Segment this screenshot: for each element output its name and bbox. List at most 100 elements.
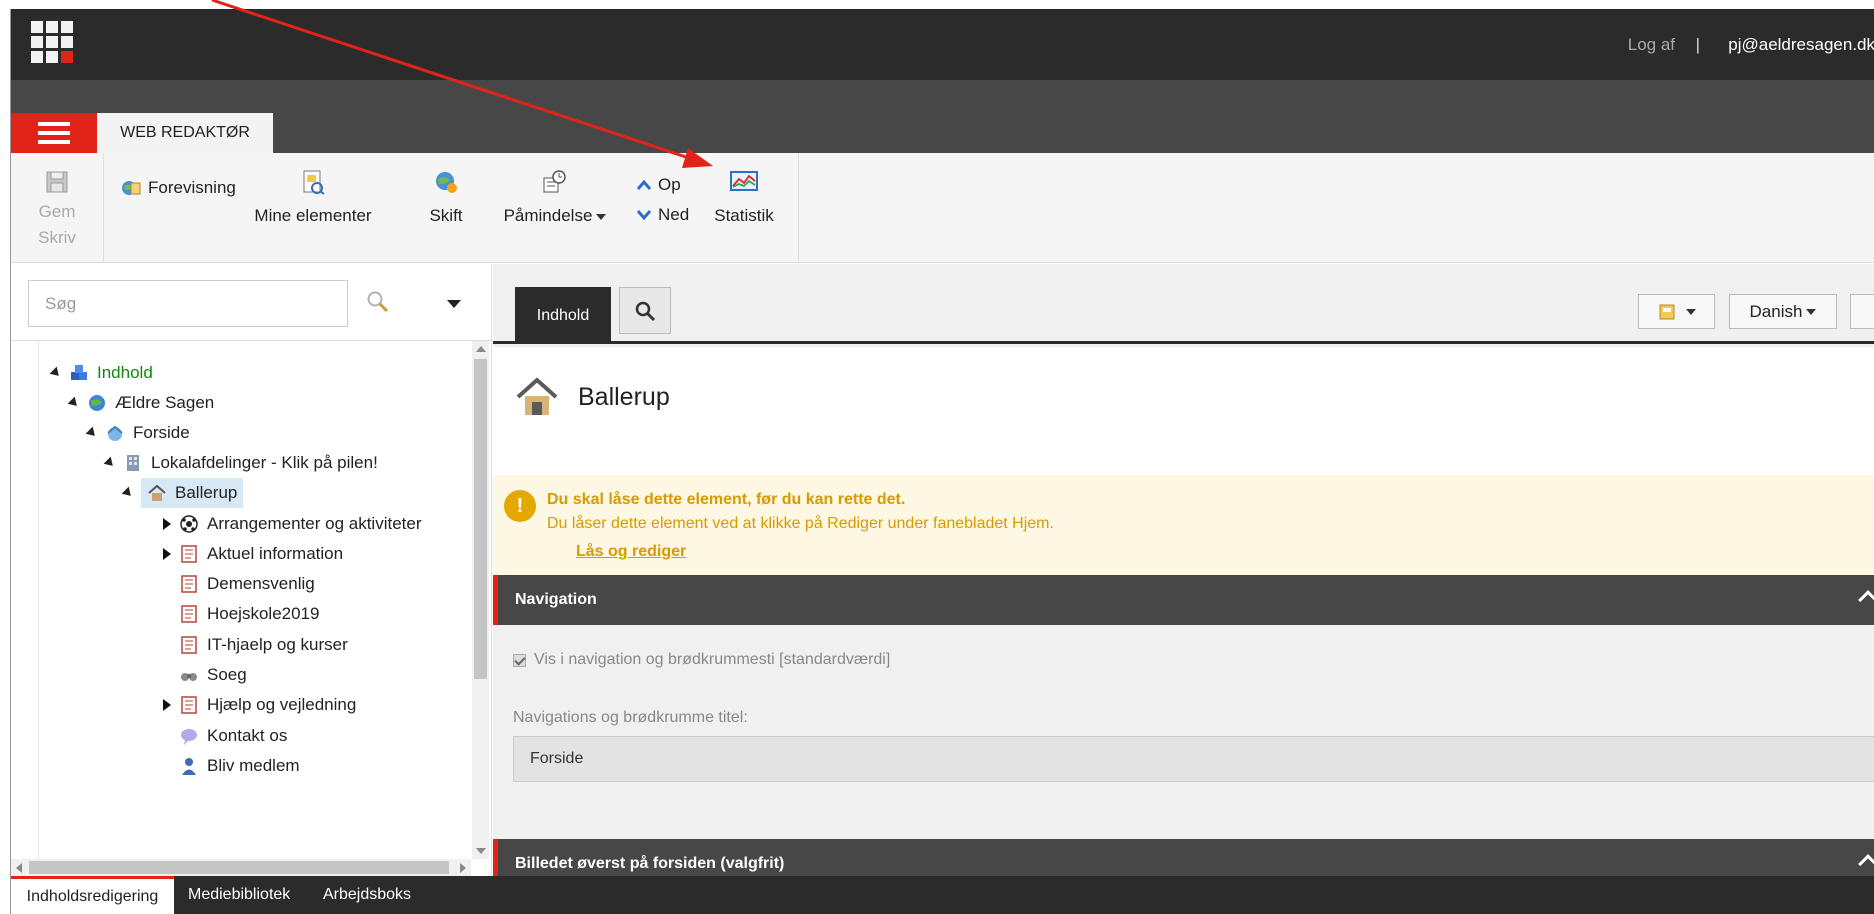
warning-title: Du skal låse dette element, før du kan r… (547, 491, 906, 508)
show-in-navigation-label: Vis i navigation og brødkrummesti [stand… (534, 651, 891, 668)
move-down-button[interactable]: Ned (636, 205, 689, 225)
tree-node-kontakt-os[interactable]: Kontakt os (163, 721, 287, 751)
my-items-label: Mine elementer (254, 206, 372, 225)
chevron-up-icon[interactable] (1858, 854, 1874, 874)
tree-node-arrangementer[interactable]: Arrangementer og aktiviteter (163, 509, 422, 539)
warning-icon: ! (504, 490, 536, 522)
up-label: Op (658, 175, 681, 194)
tree-node-aeldre-sagen[interactable]: Ældre Sagen (67, 388, 214, 418)
content-tree-panel: Søg Indhold Ældre Sagen Forside Lokalafd… (11, 264, 492, 876)
chevron-up-icon[interactable] (1858, 590, 1874, 610)
scroll-down-arrow-icon[interactable] (476, 848, 486, 854)
ribbon-group-main: Forevisning Mine elementer Skift Påminde… (104, 153, 799, 263)
tree-node-hjaelp-og-vejledning[interactable]: Hjælp og vejledning (163, 690, 356, 720)
version-caret-icon (1685, 308, 1696, 315)
chevron-down-icon (636, 210, 652, 221)
tab-search[interactable] (619, 287, 671, 334)
editor-tab-bar: Indhold Danish (493, 264, 1874, 344)
scroll-right-arrow-icon[interactable] (460, 863, 466, 873)
preview-button[interactable]: Forevisning (120, 177, 236, 199)
speech-bubble-icon (181, 729, 197, 745)
tab-workbox[interactable]: Arbejdsboks (323, 876, 411, 914)
tree-search-input[interactable]: Søg (28, 280, 348, 327)
expand-arrow-icon[interactable] (67, 396, 81, 410)
tab-media-library[interactable]: Mediebibliotek (188, 876, 290, 914)
tab-content-editing[interactable]: Indholdsredigering (11, 876, 174, 914)
tree-node-ballerup[interactable]: Ballerup (121, 478, 244, 508)
expand-arrow-icon[interactable] (85, 426, 99, 440)
content-root-icon (71, 365, 87, 380)
binoculars-icon (181, 673, 197, 681)
tree-node-it-hjaelp[interactable]: IT-hjaelp og kurser (163, 630, 348, 660)
tree-node-bliv-medlem[interactable]: Bliv medlem (163, 751, 300, 781)
version-flag-button[interactable] (1638, 294, 1715, 329)
tree-node-lokalafdelinger[interactable]: Lokalafdelinger - Klik på pilen! (103, 448, 378, 478)
globe-preview-icon (122, 181, 141, 195)
scroll-thumb[interactable] (474, 359, 487, 679)
tree-node-indhold[interactable]: Indhold (49, 358, 153, 388)
tree-node-hoejskole2019[interactable]: Hoejskole2019 (163, 599, 319, 629)
show-in-navigation-checkbox-row[interactable]: Vis i navigation og brødkrummesti [stand… (513, 651, 890, 669)
section-image-header[interactable]: Billedet øverst på forsiden (valgfrit) (493, 839, 1874, 876)
save-button[interactable]: Gem Skriv (29, 169, 85, 248)
collapsed-arrow-icon[interactable] (163, 518, 171, 530)
collapsed-arrow-icon[interactable] (163, 548, 171, 560)
move-up-button[interactable]: Op (636, 175, 681, 195)
house-icon (148, 484, 166, 501)
document-icon (181, 696, 197, 714)
write-label: Skriv (38, 228, 76, 247)
show-in-navigation-checkbox[interactable] (513, 653, 526, 667)
search-options-caret-icon[interactable] (447, 300, 461, 308)
building-icon (127, 455, 139, 471)
statistics-button[interactable]: Statistik (709, 169, 779, 226)
more-options-button[interactable] (1850, 294, 1874, 329)
section-navigation-title: Navigation (515, 591, 597, 608)
save-label: Gem (38, 202, 76, 221)
lock-and-edit-link[interactable]: Lås og rediger (576, 543, 686, 561)
version-flag-icon (1659, 304, 1674, 319)
user-email[interactable]: pj@aeldresagen.dk (1728, 35, 1874, 55)
house-icon (516, 377, 558, 415)
expand-arrow-icon[interactable] (49, 366, 63, 380)
language-caret-icon (1806, 308, 1817, 315)
tab-web-editor[interactable]: WEB REDAKTØR (97, 113, 273, 153)
language-label: Danish (1749, 301, 1803, 321)
tree-gutter (11, 341, 39, 861)
content-tree: Indhold Ældre Sagen Forside Lokalafdelin… (11, 340, 492, 876)
app-logo-icon[interactable] (31, 21, 75, 65)
nav-title-field[interactable]: Forside (513, 736, 1874, 782)
tree-node-ballerup-selected[interactable]: Ballerup (141, 478, 244, 508)
tree-horizontal-scrollbar[interactable] (11, 859, 471, 876)
scroll-left-arrow-icon[interactable] (16, 863, 22, 873)
my-items-icon (303, 170, 325, 195)
search-icon (635, 301, 656, 321)
tree-node-soeg[interactable]: Soeg (163, 660, 247, 690)
document-icon (181, 545, 197, 563)
shift-button[interactable]: Skift (426, 169, 466, 226)
collapsed-arrow-icon[interactable] (163, 699, 171, 711)
shift-label: Skift (429, 206, 463, 225)
search-icon[interactable] (366, 290, 390, 314)
expand-arrow-icon[interactable] (121, 486, 135, 500)
header-separator: | (1695, 35, 1700, 54)
scroll-up-arrow-icon[interactable] (476, 346, 486, 352)
ribbon-toolbar: Gem Skriv Forevisning Mine elementer Ski… (11, 153, 1874, 263)
my-items-button[interactable]: Mine elementer (238, 169, 388, 226)
hscroll-thumb[interactable] (29, 861, 449, 874)
logout-link[interactable]: Log af (1628, 35, 1675, 55)
tree-node-demensvenlig[interactable]: Demensvenlig (163, 569, 315, 599)
reminder-button[interactable]: Påmindelse (499, 169, 611, 226)
expand-arrow-icon[interactable] (103, 456, 117, 470)
tree-node-aktuel-information[interactable]: Aktuel information (163, 539, 343, 569)
tab-content[interactable]: Indhold (515, 287, 611, 344)
menu-hamburger-icon[interactable] (11, 113, 97, 153)
tree-vertical-scrollbar[interactable] (472, 341, 489, 859)
bottom-app-tabs: Indholdsredigering Mediebibliotek Arbejd… (11, 876, 1874, 914)
down-label: Ned (658, 205, 690, 224)
language-dropdown[interactable]: Danish (1729, 294, 1837, 329)
reminder-label: Påmindelse (503, 206, 593, 225)
section-navigation-header[interactable]: Navigation (493, 575, 1874, 625)
globe-icon (89, 395, 105, 411)
tree-node-forside[interactable]: Forside (85, 418, 190, 448)
preview-label: Forevisning (148, 178, 236, 197)
